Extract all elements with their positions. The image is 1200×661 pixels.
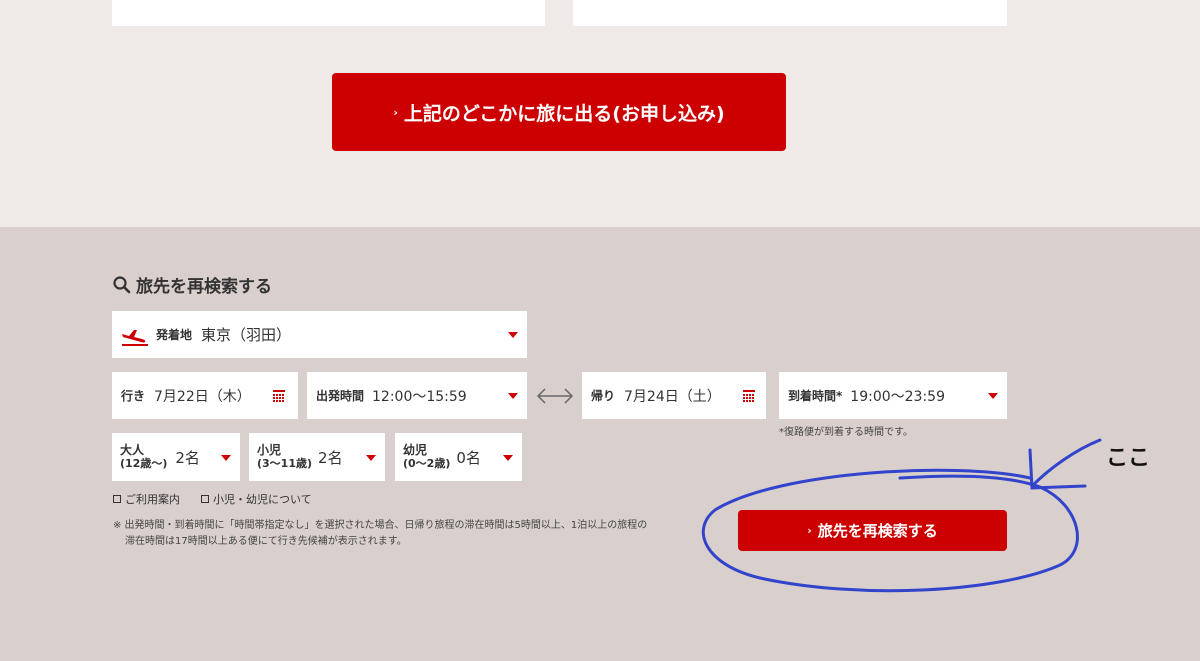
departure-time-value: 12:00〜15:59: [372, 388, 467, 405]
guide-link-label: ご利用案内: [125, 493, 180, 506]
infant-value: 0名: [456, 448, 481, 467]
arrival-time-select[interactable]: 到着時間* 19:00〜23:59: [779, 372, 1007, 419]
child-info-link[interactable]: 小児・幼児について: [201, 491, 312, 507]
research-button[interactable]: › 旅先を再検索する: [738, 510, 1007, 551]
adult-count-select[interactable]: 大人 (12歳〜) 2名: [112, 433, 240, 481]
adult-age-label: (12歳〜): [120, 457, 168, 470]
infant-age-label: (0〜2歳): [403, 457, 451, 470]
return-label: 帰り: [591, 389, 616, 403]
search-title: 旅先を再検索する: [112, 272, 272, 297]
outbound-date-field[interactable]: 行き 7月22日（木）: [112, 372, 298, 419]
research-button-label: 旅先を再検索する: [817, 522, 938, 540]
child-label: 小児: [257, 443, 282, 457]
return-value: 7月24日（土）: [624, 388, 721, 405]
adult-label: 大人: [120, 443, 145, 457]
notice-line-1: ※ 出発時間・到着時間に「時間帯指定なし」を選択された場合、日帰り旅程の滞在時間…: [113, 520, 648, 531]
top-section: › 上記のどこかに旅に出る(お申し込み): [0, 0, 1200, 227]
calendar-icon: [743, 390, 755, 402]
departure-label: 発着地: [156, 328, 193, 342]
result-card-left: [112, 0, 545, 26]
arrival-time-label: 到着時間*: [788, 389, 843, 403]
arrival-time-value: 19:00〜23:59: [850, 388, 945, 405]
arrival-time-note: *復路便が到着する時間です。: [779, 427, 913, 438]
adult-value: 2名: [175, 448, 200, 467]
annotation-text: ここ: [1106, 446, 1151, 471]
calendar-icon: [273, 390, 285, 402]
chevron-down-icon: [503, 455, 513, 461]
departure-select[interactable]: 発着地 東京（羽田）: [112, 311, 527, 358]
child-value: 2名: [318, 448, 343, 467]
child-info-link-label: 小児・幼児について: [213, 493, 312, 506]
apply-button[interactable]: › 上記のどこかに旅に出る(お申し込み): [332, 73, 786, 151]
chevron-down-icon: [508, 332, 518, 338]
child-count-select[interactable]: 小児 (3〜11歳) 2名: [249, 433, 385, 481]
round-trip-arrow-icon: [536, 388, 574, 404]
chevron-down-icon: [366, 455, 376, 461]
infant-count-select[interactable]: 幼児 (0〜2歳) 0名: [395, 433, 522, 481]
chevron-right-icon: ›: [393, 105, 398, 119]
outbound-label: 行き: [121, 389, 146, 403]
outbound-value: 7月22日（木）: [154, 388, 251, 405]
departure-time-label: 出発時間: [316, 389, 365, 403]
departure-value: 東京（羽田）: [201, 326, 292, 344]
return-date-field[interactable]: 帰り 7月24日（土）: [582, 372, 766, 419]
chevron-right-icon: ›: [807, 524, 812, 537]
external-link-icon: [201, 495, 209, 503]
result-card-right: [573, 0, 1007, 26]
chevron-down-icon: [988, 393, 998, 399]
search-icon: [113, 275, 131, 293]
guide-link[interactable]: ご利用案内: [113, 491, 180, 507]
notice-line-2: 滞在時間は17時間以上ある便にて行き先候補が表示されます。: [125, 536, 407, 547]
apply-button-label: 上記のどこかに旅に出る(お申し込み): [403, 102, 725, 125]
search-title-text: 旅先を再検索する: [136, 277, 272, 297]
external-link-icon: [113, 495, 121, 503]
airplane-icon: [122, 329, 148, 346]
child-age-label: (3〜11歳): [257, 457, 313, 470]
chevron-down-icon: [221, 455, 231, 461]
chevron-down-icon: [508, 393, 518, 399]
departure-time-select[interactable]: 出発時間 12:00〜15:59: [307, 372, 527, 419]
infant-label: 幼児: [403, 443, 428, 457]
